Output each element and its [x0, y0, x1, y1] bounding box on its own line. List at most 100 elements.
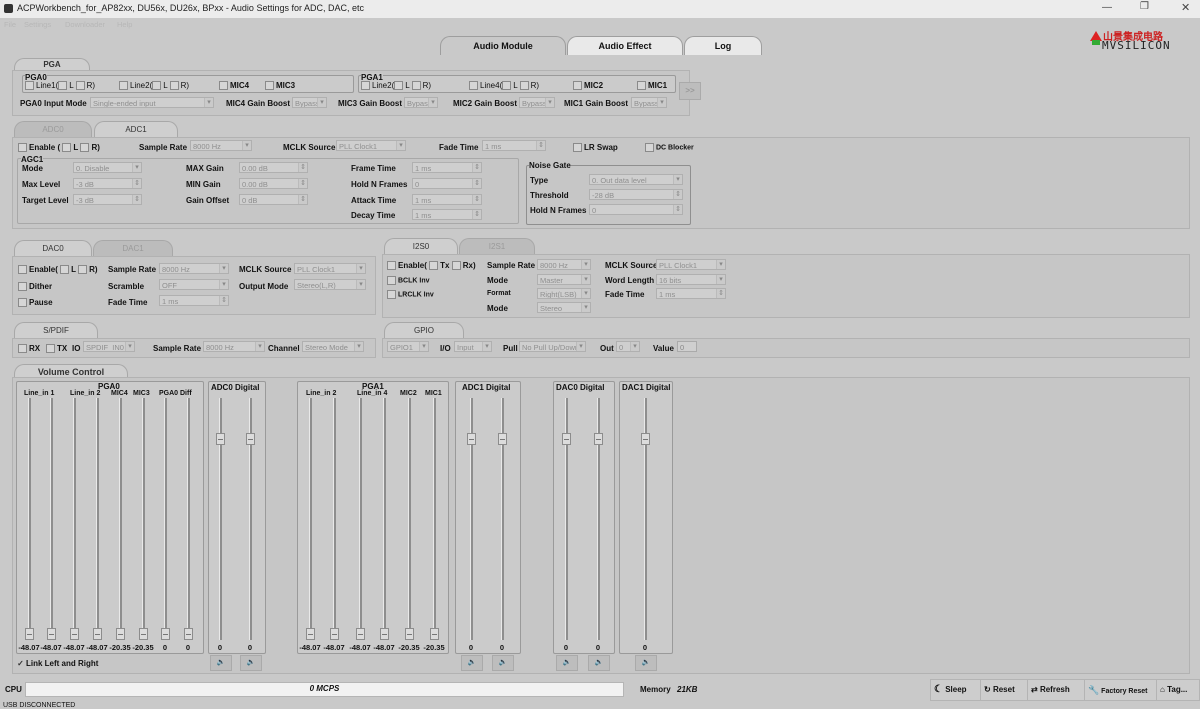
pga1-mic1-checkbox[interactable]: [637, 81, 646, 91]
dac-scramble-select[interactable]: OFF: [159, 279, 229, 290]
adc-l-checkbox[interactable]: [62, 143, 72, 153]
factory-reset-button[interactable]: 🔧 Factory Reset: [1084, 679, 1160, 701]
fader-thumb[interactable]: [466, 432, 476, 445]
tab-audio-effect[interactable]: Audio Effect: [567, 36, 683, 55]
gpio-out-select[interactable]: 0: [616, 341, 640, 352]
agc-mode-select[interactable]: 0. Disable: [73, 162, 142, 173]
menu-settings[interactable]: Settings: [24, 20, 51, 29]
dac-dither-checkbox[interactable]: [18, 282, 27, 292]
i2s-mode-select[interactable]: Master: [537, 274, 591, 285]
dac-sample-rate-select[interactable]: 8000 Hz: [159, 263, 229, 274]
i2s-format-select[interactable]: Right(LSB): [537, 288, 591, 299]
i2s-rx-checkbox[interactable]: [451, 261, 461, 271]
reset-button[interactable]: ↻ Reset: [980, 679, 1030, 701]
i2s-sample-rate-select[interactable]: 8000 Hz: [537, 259, 591, 270]
agc-frame-time-spin[interactable]: 1 ms: [412, 162, 482, 173]
pga0-line2-checkbox[interactable]: [119, 81, 128, 91]
tab-log[interactable]: Log: [684, 36, 762, 55]
adc-enable-checkbox[interactable]: [18, 143, 27, 153]
pga1-mic2-checkbox[interactable]: [573, 81, 582, 91]
i2s-word-select[interactable]: 16 bits: [656, 274, 726, 285]
tab-audio-module[interactable]: Audio Module: [440, 36, 566, 55]
adc1-fader-2[interactable]: [496, 398, 508, 640]
fader-thumb[interactable]: [183, 628, 193, 640]
fader-thumb[interactable]: [215, 432, 225, 445]
pga1-fader-3[interactable]: [354, 398, 366, 640]
i2s-mclk-select[interactable]: PLL Clock1: [656, 259, 726, 270]
minimize-icon[interactable]: —: [1102, 2, 1112, 13]
pga1-line4-l-checkbox[interactable]: [502, 81, 512, 91]
pga1-line4-checkbox[interactable]: [469, 81, 478, 91]
pga0-fader-5[interactable]: [114, 398, 126, 640]
pga1-fader-6[interactable]: [428, 398, 440, 640]
dac-fade-spin[interactable]: 1 ms: [159, 295, 229, 306]
fader-thumb[interactable]: [355, 628, 365, 640]
spdif-channel-select[interactable]: Stereo Mode: [302, 341, 364, 352]
i2s-lrclk-checkbox[interactable]: [387, 290, 396, 299]
mic2-gain-boost-select[interactable]: Bypass: [519, 97, 555, 108]
dac0-fader-1[interactable]: [560, 398, 572, 640]
menu-file[interactable]: File: [4, 20, 16, 29]
i2s-tx-checkbox[interactable]: [429, 261, 439, 271]
gpio-value-field[interactable]: 0: [677, 341, 697, 352]
fader-thumb[interactable]: [561, 432, 571, 445]
pga0-fader-6[interactable]: [137, 398, 149, 640]
adc1-mute-button-2[interactable]: 🔈: [492, 655, 514, 671]
mic1-gain-boost-select[interactable]: Bypass: [631, 97, 667, 108]
agc-max-gain-spin[interactable]: 0.00 dB: [239, 162, 308, 173]
adc-fade-spin[interactable]: 1 ms: [482, 140, 546, 151]
fader-thumb[interactable]: [69, 628, 79, 640]
dac-output-select[interactable]: Stereo(L,R): [294, 279, 366, 290]
dac0-mute-button-2[interactable]: 🔈: [588, 655, 610, 671]
adc1-fader-1[interactable]: [465, 398, 477, 640]
mic3-gain-boost-select[interactable]: Bypass: [404, 97, 438, 108]
spdif-sample-rate-select[interactable]: 8000 Hz: [203, 341, 265, 352]
gpio-port-select[interactable]: GPIO1: [387, 341, 429, 352]
pga1-line2-checkbox[interactable]: [361, 81, 370, 91]
pga0-fader-2[interactable]: [45, 398, 57, 640]
sleep-button[interactable]: ☾ Sleep: [930, 679, 984, 701]
agc-hold-spin[interactable]: 0: [412, 178, 482, 189]
dac-pause-checkbox[interactable]: [18, 298, 27, 308]
adc-dc-blocker-checkbox[interactable]: [645, 143, 654, 152]
dac0-fader-2[interactable]: [592, 398, 604, 640]
refresh-button[interactable]: ⇄ Refresh: [1027, 679, 1087, 701]
i2s-mode2-select[interactable]: Stereo: [537, 302, 591, 313]
adc1-mute-button-1[interactable]: 🔈: [461, 655, 483, 671]
adc0-fader-2[interactable]: [244, 398, 256, 640]
fader-thumb[interactable]: [429, 628, 439, 640]
agc-target-spin[interactable]: -3 dB: [73, 194, 142, 205]
agc-decay-spin[interactable]: 1 ms: [412, 209, 482, 220]
adc-sample-rate-select[interactable]: 8000 Hz: [190, 140, 252, 151]
adc-lr-swap-checkbox[interactable]: [573, 143, 582, 153]
fader-thumb[interactable]: [92, 628, 102, 640]
i2s-bclk-checkbox[interactable]: [387, 276, 396, 285]
pga-arrow-button[interactable]: >>: [679, 82, 701, 100]
pga1-fader-2[interactable]: [328, 398, 340, 640]
fader-thumb[interactable]: [46, 628, 56, 640]
menu-help[interactable]: Help: [117, 20, 132, 29]
agc-max-level-spin[interactable]: -3 dB: [73, 178, 142, 189]
pga0-line1-checkbox[interactable]: [25, 81, 34, 91]
close-icon[interactable]: ✕: [1181, 1, 1190, 14]
noise-gate-hold-spin[interactable]: 0: [589, 204, 683, 215]
tab-gpio[interactable]: GPIO: [384, 322, 464, 339]
gpio-io-select[interactable]: Input: [454, 341, 492, 352]
agc-offset-spin[interactable]: 0 dB: [239, 194, 308, 205]
fader-thumb[interactable]: [379, 628, 389, 640]
tab-dac0[interactable]: DAC0: [14, 240, 92, 257]
fader-thumb[interactable]: [245, 432, 255, 445]
tab-i2s1[interactable]: I2S1: [459, 238, 535, 255]
fader-thumb[interactable]: [329, 628, 339, 640]
pga0-line2-r-checkbox[interactable]: [169, 81, 179, 91]
pga1-line2-l-checkbox[interactable]: [394, 81, 404, 91]
pga0-mic3-checkbox[interactable]: [265, 81, 274, 91]
noise-gate-threshold-spin[interactable]: -28 dB: [589, 189, 683, 200]
dac1-fader-1[interactable]: [639, 398, 651, 640]
fader-thumb[interactable]: [593, 432, 603, 445]
link-left-right-checkbox[interactable]: [17, 660, 24, 667]
dac1-mute-button-1[interactable]: 🔈: [635, 655, 657, 671]
i2s-enable-checkbox[interactable]: [387, 261, 396, 271]
pga0-mic4-checkbox[interactable]: [219, 81, 228, 91]
pga1-line4-r-checkbox[interactable]: [519, 81, 529, 91]
